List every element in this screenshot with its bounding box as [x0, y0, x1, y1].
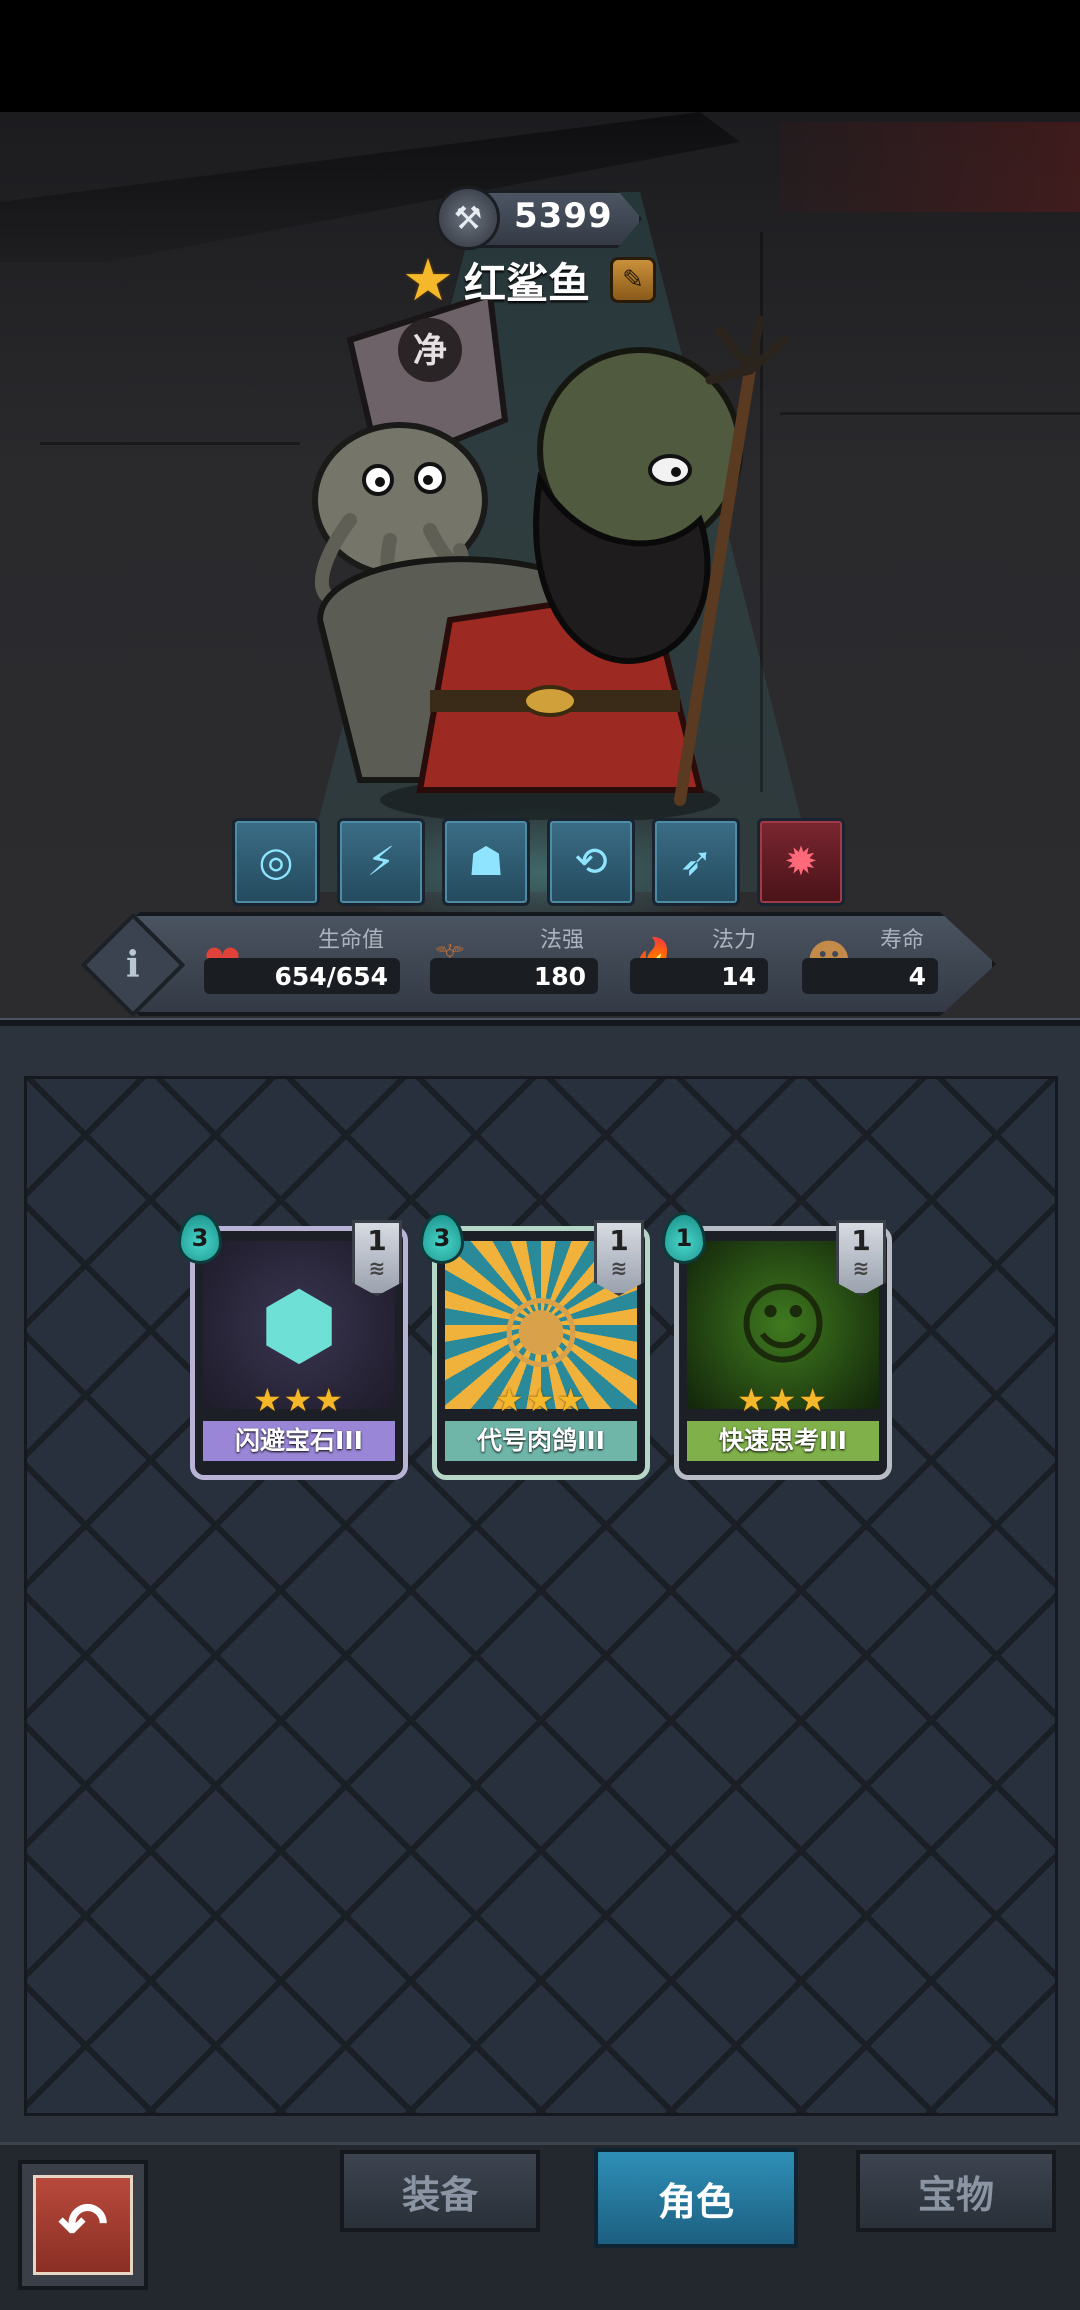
- skill-red-rune-icon[interactable]: ✹: [757, 818, 845, 906]
- card-stars: ★★★: [494, 1381, 588, 1419]
- trident-prongs: [705, 315, 790, 385]
- health-label: 生命值: [318, 928, 385, 953]
- cost-value: 1: [675, 1224, 693, 1252]
- card-title: 快速思考III: [687, 1421, 879, 1461]
- lifespan-label: 寿命: [880, 928, 925, 953]
- mana-label: 法力: [712, 928, 757, 953]
- card-quick-thinking[interactable]: ☺ ★★★ 快速思考III 1 1 ≋: [662, 1212, 892, 1480]
- card-cost: 3: [420, 1212, 464, 1264]
- back-arrow-icon: ↶: [33, 2175, 133, 2275]
- skill-bar: ◎ ⚡ ☗ ⟲ ➶ ✹: [232, 818, 845, 906]
- card-stars: ★★★: [252, 1381, 346, 1419]
- layers-icon: ≋: [610, 1256, 628, 1280]
- level-value: 1: [609, 1224, 629, 1257]
- skill-dash-icon[interactable]: ➶: [652, 818, 740, 906]
- creature-pupil: [423, 475, 433, 485]
- card-cost: 3: [178, 1212, 222, 1264]
- section-divider: [0, 1018, 1080, 1026]
- skill-crack-icon[interactable]: ⚡: [337, 818, 425, 906]
- belt-buckle: [522, 685, 578, 717]
- card-title: 代号肉鸽III: [445, 1421, 637, 1461]
- card-stars: ★★★: [736, 1381, 830, 1419]
- wall-seam: [780, 412, 1080, 415]
- layers-icon: ≋: [852, 1256, 870, 1280]
- creature-pupil: [375, 477, 385, 487]
- tab-treasure[interactable]: 宝物: [856, 2150, 1056, 2232]
- health-value: 654/654: [204, 958, 400, 994]
- card-level: 1 ≋: [594, 1220, 644, 1296]
- cost-value: 3: [433, 1224, 451, 1252]
- cost-value: 3: [191, 1224, 209, 1252]
- card-codename-roguelike[interactable]: ◉ ★★★ 代号肉鸽III 3 1 ≋: [420, 1212, 650, 1480]
- card-level: 1 ≋: [352, 1220, 402, 1296]
- lifespan-value: 4: [802, 958, 938, 994]
- card-title: 闪避宝石III: [203, 1421, 395, 1461]
- layers-icon: ≋: [368, 1256, 386, 1280]
- fish-eye: [648, 454, 692, 486]
- spell-power-label: 法强: [540, 928, 585, 953]
- character-illustration: 净: [312, 300, 790, 820]
- skill-vortex-icon[interactable]: ◎: [232, 818, 320, 906]
- level-value: 1: [851, 1224, 871, 1257]
- level-value: 1: [367, 1224, 387, 1257]
- back-button[interactable]: ↶: [18, 2160, 148, 2290]
- background-shelf: [780, 122, 1080, 212]
- wall-seam: [40, 442, 300, 445]
- banner-glyph: 净: [413, 331, 447, 371]
- info-icon: i: [126, 944, 140, 986]
- card-level: 1 ≋: [836, 1220, 886, 1296]
- spell-power-value: 180: [430, 958, 598, 994]
- skill-reroll-icon[interactable]: ⟲: [547, 818, 635, 906]
- power-icon: ⚒: [436, 186, 500, 250]
- skill-hat-icon[interactable]: ☗: [442, 818, 530, 906]
- edit-name-button[interactable]: ✎: [610, 257, 657, 303]
- fish-pupil: [671, 467, 681, 477]
- power-value: 5399: [514, 196, 613, 236]
- tab-equipment[interactable]: 装备: [340, 2150, 540, 2232]
- card-dodge-gem[interactable]: ⬢ ★★★ 闪避宝石III 3 1 ≋: [178, 1212, 408, 1480]
- mana-value: 14: [630, 958, 768, 994]
- card-cost: 1: [662, 1212, 706, 1264]
- tab-character[interactable]: 角色: [594, 2148, 798, 2248]
